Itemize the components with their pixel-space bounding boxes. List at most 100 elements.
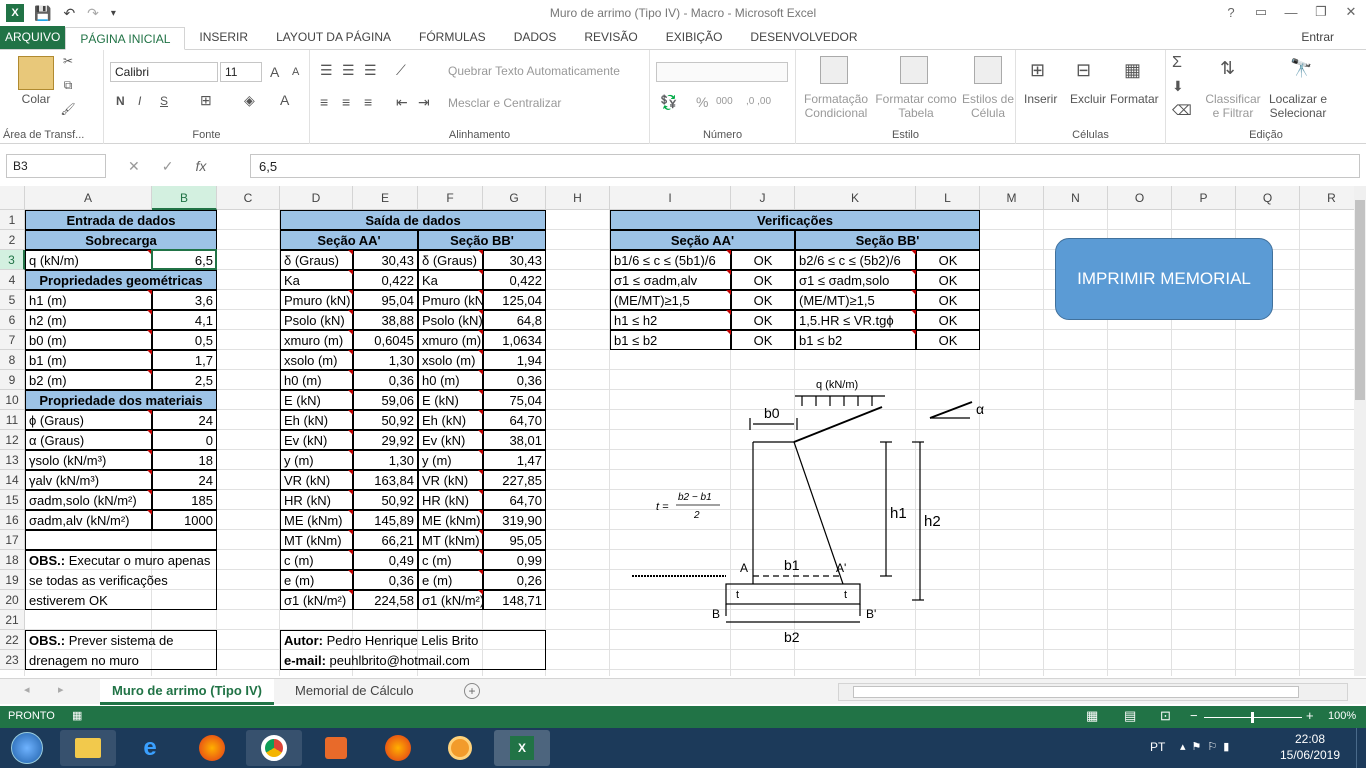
conditional-format-label-1[interactable]: Formatação [798, 92, 874, 106]
saida-label-bb[interactable]: h0 (m) [418, 370, 483, 390]
column-header-c[interactable]: C [217, 186, 280, 210]
paste-button[interactable]: Colar [14, 92, 58, 106]
find-select-label-1[interactable]: Localizar e [1264, 92, 1332, 106]
row-header-16[interactable]: 16 [0, 510, 25, 530]
row-header-10[interactable]: 10 [0, 390, 25, 410]
column-header-j[interactable]: J [731, 186, 795, 210]
saida-label-aa[interactable]: y (m) [280, 450, 353, 470]
print-memorial-button[interactable]: IMPRIMIR MEMORIAL [1055, 238, 1273, 320]
obs2-box[interactable]: OBS.: Prever sistema de drenagem no muro [25, 630, 217, 670]
add-sheet-icon[interactable]: + [464, 683, 480, 699]
row-header-15[interactable]: 15 [0, 490, 25, 510]
clock-date[interactable]: 15/06/2019 [1276, 748, 1344, 762]
row-header-11[interactable]: 11 [0, 410, 25, 430]
row-header-22[interactable]: 22 [0, 630, 25, 650]
saida-label-aa[interactable]: e (m) [280, 570, 353, 590]
verif-status-bb[interactable]: OK [916, 310, 980, 330]
blank-cell[interactable] [25, 530, 217, 550]
normal-view-icon[interactable]: ▦ [1086, 708, 1098, 724]
insert-function-button[interactable]: fx [195, 158, 206, 174]
mat-value[interactable]: 18 [152, 450, 217, 470]
tab-pagina-inicial[interactable]: PÁGINA INICIAL [65, 27, 186, 50]
saida-value-aa[interactable]: 145,89 [353, 510, 418, 530]
saida-value-aa[interactable]: 66,21 [353, 530, 418, 550]
thousands-button[interactable]: 000 [716, 96, 733, 107]
geom-value[interactable]: 3,6 [152, 290, 217, 310]
close-button[interactable]: ✕ [1336, 0, 1366, 24]
saida-label-bb[interactable]: δ (Graus) [418, 250, 483, 270]
start-button[interactable] [2, 730, 52, 766]
geom-label[interactable]: h2 (m) [25, 310, 152, 330]
saida-value-bb[interactable]: 64,8 [483, 310, 546, 330]
saida-value-aa[interactable]: 0,6045 [353, 330, 418, 350]
column-header-e[interactable]: E [353, 186, 418, 210]
saida-value-aa[interactable]: 29,92 [353, 430, 418, 450]
row-header-6[interactable]: 6 [0, 310, 25, 330]
column-header-p[interactable]: P [1172, 186, 1236, 210]
verif-status-aa[interactable]: OK [731, 290, 795, 310]
format-table-icon[interactable] [900, 56, 928, 84]
tab-layout[interactable]: LAYOUT DA PÁGINA [262, 26, 405, 49]
currency-icon[interactable]: 💱 [660, 94, 677, 111]
mat-label[interactable]: γsolo (kN/m³) [25, 450, 152, 470]
saida-value-bb[interactable]: 148,71 [483, 590, 546, 610]
mat-value[interactable]: 1000 [152, 510, 217, 530]
row-header-13[interactable]: 13 [0, 450, 25, 470]
format-table-label-2[interactable]: Tabela [874, 106, 958, 120]
decimal-icon[interactable]: ,0 ,00 [746, 96, 771, 107]
saida-value-aa[interactable]: 59,06 [353, 390, 418, 410]
saida-secao-aa[interactable]: Seção AA' [280, 230, 418, 250]
saida-value-aa[interactable]: 95,04 [353, 290, 418, 310]
vertical-scroll-thumb[interactable] [1355, 200, 1365, 400]
zoom-level[interactable]: 100% [1328, 710, 1356, 722]
tab-arquivo[interactable]: ARQUIVO [0, 26, 66, 49]
saida-value-aa[interactable]: 224,58 [353, 590, 418, 610]
saida-label-bb[interactable]: σ1 (kN/m²) [418, 590, 483, 610]
name-box[interactable]: B3 [6, 154, 106, 178]
row-header-14[interactable]: 14 [0, 470, 25, 490]
verificacoes-title[interactable]: Verificações [610, 210, 980, 230]
mat-value[interactable]: 0 [152, 430, 217, 450]
saida-label-bb[interactable]: xmuro (m) [418, 330, 483, 350]
mat-value[interactable]: 24 [152, 410, 217, 430]
verif-label-bb[interactable]: b2/6 ≤ c ≤ (5b2)/6 [795, 250, 916, 270]
sort-filter-label-1[interactable]: Classificar [1202, 92, 1264, 106]
format-cells-icon[interactable]: ▦ [1124, 60, 1141, 81]
ie-taskbar-icon[interactable]: e [122, 730, 178, 766]
saida-label-bb[interactable]: Ka [418, 270, 483, 290]
tab-revisao[interactable]: REVISÃO [570, 26, 651, 49]
number-format-select[interactable] [656, 62, 788, 82]
conditional-format-label-2[interactable]: Condicional [798, 106, 874, 120]
saida-value-bb[interactable]: 1,0634 [483, 330, 546, 350]
geom-label[interactable]: b2 (m) [25, 370, 152, 390]
sign-in-link[interactable]: Entrar [1301, 30, 1334, 44]
tray-icons[interactable]: ▴⚑⚐▮ [1180, 740, 1235, 753]
column-header-n[interactable]: N [1044, 186, 1108, 210]
column-header-g[interactable]: G [483, 186, 546, 210]
saida-secao-bb[interactable]: Seção BB' [418, 230, 546, 250]
restore-button[interactable]: ❐ [1306, 0, 1336, 24]
format-table-label-1[interactable]: Formatar como [874, 92, 958, 106]
horizontal-scrollbar[interactable] [838, 683, 1348, 701]
undo-icon[interactable]: ↶ [63, 5, 75, 22]
mat-label[interactable]: γalv (kN/m³) [25, 470, 152, 490]
help-button[interactable]: ? [1216, 0, 1246, 24]
row-header-7[interactable]: 7 [0, 330, 25, 350]
verif-secao-bb[interactable]: Seção BB' [795, 230, 980, 250]
orientation-icon[interactable]: ⟋ [396, 62, 406, 79]
font-name-select[interactable]: Calibri [110, 62, 218, 82]
bold-button[interactable]: N [116, 94, 125, 108]
saida-label-bb[interactable]: E (kN) [418, 390, 483, 410]
geom-value[interactable]: 4,1 [152, 310, 217, 330]
align-top-icon[interactable]: ☰ [320, 62, 333, 79]
verif-status-aa[interactable]: OK [731, 330, 795, 350]
saida-label-bb[interactable]: HR (kN) [418, 490, 483, 510]
align-center-icon[interactable]: ≡ [342, 94, 350, 110]
row-header-12[interactable]: 12 [0, 430, 25, 450]
column-header-d[interactable]: D [280, 186, 353, 210]
column-header-a[interactable]: A [25, 186, 152, 210]
saida-value-bb[interactable]: 0,26 [483, 570, 546, 590]
language-indicator[interactable]: PT [1150, 740, 1165, 754]
worksheet-grid[interactable]: A B C D E F G H I J K L M N O P Q R 1 2 3 4 5 6 7 8 9 10 11 12 13 14 15 1… [0, 186, 1354, 676]
saida-title[interactable]: Saída de dados [280, 210, 546, 230]
